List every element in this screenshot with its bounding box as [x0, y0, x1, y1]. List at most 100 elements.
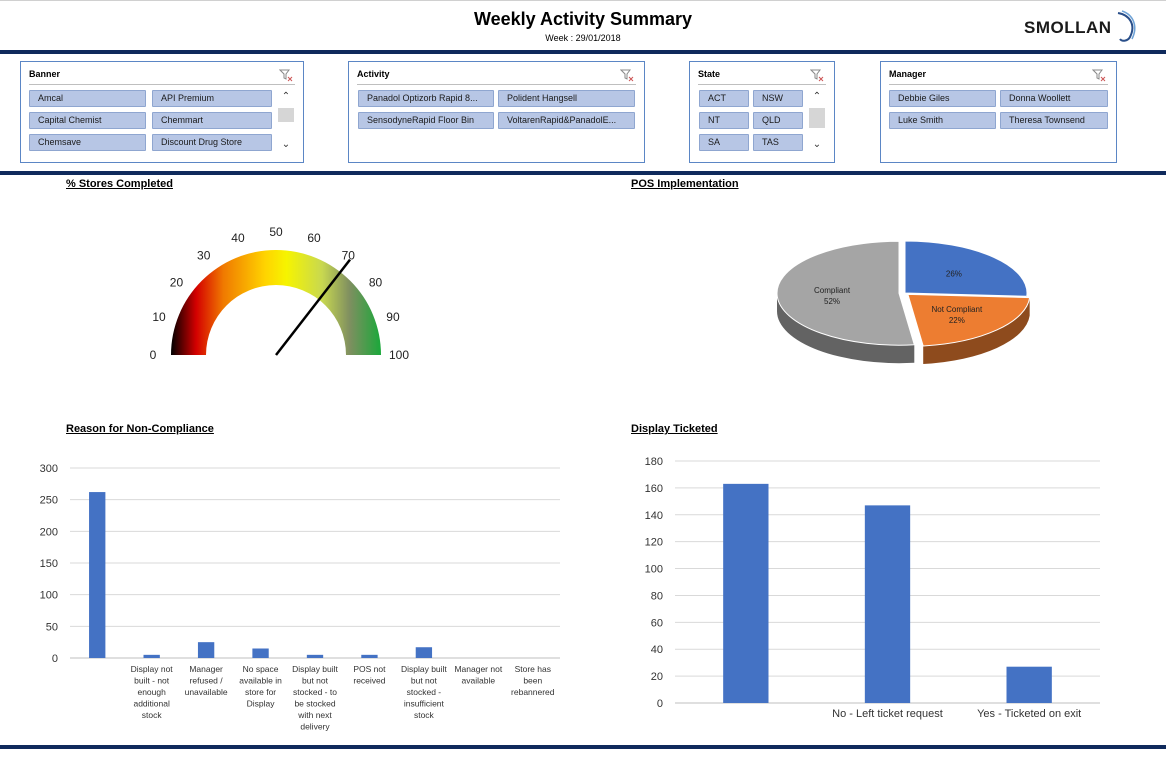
- y-tick-label: 300: [40, 463, 58, 475]
- report-header: Weekly Activity Summary Week : 29/01/201…: [0, 0, 1166, 51]
- x-tick-label: insufficient: [404, 699, 445, 709]
- bar: [306, 654, 324, 658]
- report-week: Week : 29/01/2018: [545, 33, 621, 43]
- x-tick-label: but not: [302, 676, 329, 686]
- footer-divider: [0, 745, 1166, 749]
- x-tick-label: with next: [297, 710, 332, 720]
- slicer-item[interactable]: NSW: [753, 90, 803, 107]
- clear-filter-icon[interactable]: [279, 68, 293, 82]
- gauge-arc: [171, 250, 381, 355]
- scroll-thumb[interactable]: [278, 108, 294, 122]
- x-tick-label: Store has: [515, 664, 551, 674]
- header-divider: [0, 50, 1166, 54]
- gauge-tick-label: 40: [231, 231, 245, 245]
- slicer-title: Activity: [357, 69, 390, 79]
- slicer-item[interactable]: VoltarenRapid&PanadolE...: [498, 112, 635, 129]
- slicer-item[interactable]: Capital Chemist: [29, 112, 146, 129]
- y-tick-label: 20: [651, 671, 663, 683]
- ticketed-bar-chart: 0 20 40 60 80 100 120 140 160 180 No - Left ticket…: [645, 456, 1100, 720]
- x-tick-label: Display: [247, 699, 276, 709]
- x-tick-label: additional: [133, 699, 170, 709]
- slicer-item[interactable]: API Premium: [152, 90, 272, 107]
- slicer-item[interactable]: TAS: [753, 134, 803, 151]
- x-tick-label: received: [353, 676, 385, 686]
- y-tick-label: 160: [645, 483, 663, 495]
- scroll-down-icon[interactable]: ⌄: [278, 138, 294, 152]
- y-tick-label: 80: [651, 590, 663, 602]
- pie-slice-label: 52%: [824, 297, 840, 306]
- slicer-item[interactable]: Donna Woollett: [1000, 90, 1108, 107]
- logo-text: SMOLLAN: [1024, 18, 1112, 37]
- clear-filter-icon[interactable]: [810, 68, 824, 82]
- reason-title: Reason for Non-Compliance: [66, 423, 214, 435]
- bar: [1006, 666, 1052, 703]
- slicer-item[interactable]: Discount Drug Store: [152, 134, 272, 151]
- pos-pie-chart: 26% Not Compliant 22% Compliant 52%: [776, 240, 1031, 364]
- y-tick-label: 120: [645, 537, 663, 549]
- x-tick-label: enough: [137, 687, 166, 697]
- pie-slice-label: 26%: [946, 269, 962, 278]
- y-tick-label: 250: [40, 495, 58, 507]
- slicer-item[interactable]: Polident Hangsell: [498, 90, 635, 107]
- y-tick-label: 140: [645, 510, 663, 522]
- slicer-item[interactable]: Luke Smith: [889, 112, 996, 129]
- x-tick-label: store for: [245, 687, 276, 697]
- gauge-tick-label: 30: [197, 248, 211, 262]
- slicer-item[interactable]: Chemmart: [152, 112, 272, 129]
- x-tick-label: Manager not: [454, 664, 502, 674]
- ticketed-title: Display Ticketed: [631, 423, 718, 435]
- y-tick-label: 150: [40, 558, 58, 570]
- bar: [723, 483, 769, 703]
- x-tick-label: Display not: [131, 664, 174, 674]
- pie-slice-name: Not Compliant: [931, 305, 982, 314]
- x-tick-label: available in: [239, 676, 282, 686]
- clear-filter-icon[interactable]: [1092, 68, 1106, 82]
- slicer-divider: [0, 171, 1166, 175]
- y-tick-label: 60: [651, 617, 663, 629]
- slicer-item[interactable]: SensodyneRapid Floor Bin: [358, 112, 494, 129]
- scroll-up-icon[interactable]: ⌃: [278, 90, 294, 104]
- slicer-header: Activity: [357, 66, 636, 85]
- stores-completed-gauge: 010203040 50 60708090100: [150, 225, 410, 362]
- x-tick-label: delivery: [300, 722, 330, 732]
- slicer-item[interactable]: Amcal: [29, 90, 146, 107]
- slicer-item[interactable]: SA: [699, 134, 749, 151]
- bar: [197, 642, 215, 658]
- slicer-scrollbar[interactable]: ⌃ ⌄: [809, 90, 825, 152]
- bar: [89, 492, 106, 658]
- gauge-tick-label: 20: [170, 276, 184, 290]
- slicer-item[interactable]: Debbie Giles: [889, 90, 996, 107]
- slicer-item[interactable]: ACT: [699, 90, 749, 107]
- x-tick-label: available: [462, 676, 496, 686]
- smollan-logo: SMOLLAN: [1024, 9, 1144, 43]
- x-tick-label: Manager: [189, 664, 223, 674]
- scroll-thumb[interactable]: [809, 108, 825, 128]
- logo-swoosh-icon: [1117, 10, 1136, 42]
- x-tick-label: Display built: [292, 664, 338, 674]
- slicer-header: Manager: [889, 66, 1108, 85]
- activity-slicer: Activity Panadol Optizorb Rapid 8... Pol…: [348, 61, 645, 163]
- slicer-scrollbar[interactable]: ⌃ ⌄: [278, 90, 294, 152]
- reason-bar-chart: 0 50 100 150 200 250 300 Display not built - not…: [40, 463, 560, 732]
- y-tick-label: 40: [651, 644, 663, 656]
- stores-completed-title: % Stores Completed: [66, 178, 173, 190]
- x-tick-label: rebannered: [511, 687, 555, 697]
- scroll-down-icon[interactable]: ⌄: [809, 138, 825, 152]
- pie-slice-label: 22%: [949, 316, 965, 325]
- slicer-item[interactable]: Panadol Optizorb Rapid 8...: [358, 90, 494, 107]
- slicer-title: State: [698, 69, 721, 79]
- scroll-up-icon[interactable]: ⌃: [809, 90, 825, 104]
- slicer-item[interactable]: NT: [699, 112, 749, 129]
- gauge-tick-label: 90: [386, 310, 400, 324]
- gauge-tick-label: 10: [152, 310, 166, 324]
- bar: [415, 647, 433, 658]
- slicer-item[interactable]: Chemsave: [29, 134, 146, 151]
- x-tick-label: stock: [142, 710, 163, 720]
- slicer-item[interactable]: Theresa Townsend: [1000, 112, 1108, 129]
- clear-filter-icon[interactable]: [620, 68, 634, 82]
- x-tick-label: stock: [414, 710, 435, 720]
- slicer-item[interactable]: QLD: [753, 112, 803, 129]
- pie-slice: [904, 240, 1028, 297]
- x-tick-label: stocked - to: [293, 687, 337, 697]
- banner-slicer: Banner Amcal API Premium Capital Chemist…: [20, 61, 304, 163]
